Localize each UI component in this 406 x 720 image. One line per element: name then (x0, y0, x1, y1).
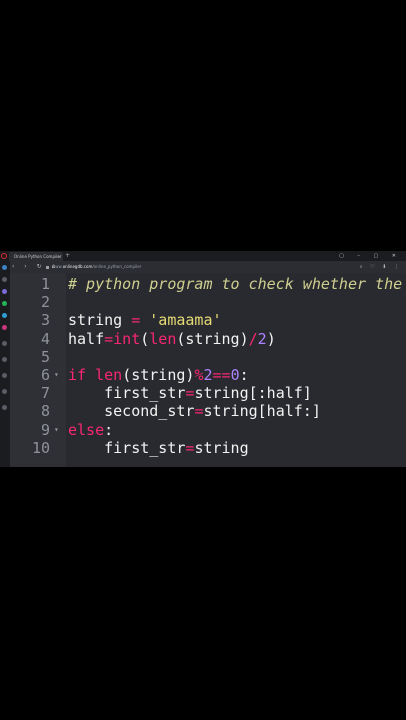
line-number: 10 (31, 438, 50, 457)
sidebar-instagram-icon[interactable] (2, 325, 7, 330)
browser-tab-bar: Online Python Compiler × + ▢ – ▢ ✕ (0, 251, 406, 261)
toolbar-icons[interactable]: ⌕ ♡ ⬇ ⋮ (360, 262, 402, 272)
line-number: 6 (40, 366, 50, 384)
code-token: (string) (176, 329, 249, 348)
sidebar-more-icon[interactable] (2, 405, 7, 410)
code-token: second_str (68, 402, 195, 421)
browser-sidebar (0, 261, 10, 467)
code-token: len (149, 329, 177, 348)
code-text: # python program to check whether the s (68, 275, 406, 293)
code-token: string (68, 311, 132, 330)
code-token: # python program to check whether the s (68, 275, 406, 293)
code-token: int (113, 329, 141, 348)
lock-icon (46, 265, 49, 269)
url-prefix: www. (52, 264, 63, 269)
code-line[interactable]: 9 ▾ else: (10, 421, 406, 439)
code-token: = (131, 311, 141, 330)
code-token: 2 (257, 329, 267, 348)
new-tab-button[interactable]: + (65, 252, 70, 260)
video-frame: Online Python Compiler × + ▢ – ▢ ✕ ‹ › ↻… (0, 0, 406, 720)
sidebar-whatsapp-icon[interactable] (2, 301, 7, 306)
code-text: half=int(len(string)/2) (68, 330, 276, 348)
sidebar-speed-dial-icon[interactable] (2, 265, 7, 270)
code-token: 0 (230, 366, 240, 384)
line-number: 4 (40, 329, 50, 348)
code-token: / (248, 329, 258, 348)
line-number: 9 (40, 420, 50, 439)
sidebar-history-icon[interactable] (2, 357, 7, 362)
code-token: string[half:] (203, 402, 321, 421)
code-text: first_str=string (68, 439, 249, 457)
code-text: else: (68, 421, 113, 439)
tab-close-icon[interactable]: × (58, 252, 61, 261)
opera-logo-icon[interactable] (1, 253, 7, 259)
code-editor[interactable]: 1 # python program to check whether the s… (10, 273, 406, 467)
url-field[interactable]: www.onlinegdb.com/online_python_compiler (46, 263, 346, 271)
code-token: 'amaama' (149, 311, 222, 330)
code-token: : (104, 420, 114, 439)
address-bar: ‹ › ↻ ⌂ www.onlinegdb.com/online_python_… (10, 261, 406, 273)
screen-recording: Online Python Compiler × + ▢ – ▢ ✕ ‹ › ↻… (0, 251, 406, 467)
code-line[interactable]: 10 first_str=string (10, 439, 406, 457)
sidebar-workspace-icon[interactable] (2, 277, 7, 282)
code-token: len (95, 366, 123, 384)
code-token: first_str (68, 384, 186, 403)
window-controls[interactable]: ▢ – ▢ ✕ (339, 252, 402, 260)
code-text: second_str=string[half:] (68, 402, 321, 420)
code-text: if len(string)%2==0: (68, 366, 249, 384)
line-number: 5 (40, 347, 50, 366)
code-token: 2 (203, 366, 213, 384)
code-token: if (68, 366, 87, 384)
fold-arrow-icon[interactable]: ▾ (54, 366, 59, 384)
code-token: string (194, 438, 249, 457)
fold-arrow-icon[interactable]: ▾ (54, 421, 59, 439)
code-text: string = 'amaama' (68, 311, 222, 329)
line-number: 3 (40, 311, 50, 330)
code-token: = (104, 329, 114, 348)
code-text: first_str=string[:half] (68, 384, 312, 402)
code-line[interactable]: 7 first_str=string[:half] (10, 384, 406, 402)
tab-title: Online Python Compiler (14, 254, 62, 259)
code-token: else (68, 420, 105, 439)
sidebar-bookmarks-icon[interactable] (2, 373, 7, 378)
line-number: 1 (40, 275, 50, 293)
code-token: string[:half] (194, 384, 312, 403)
line-number: 7 (40, 384, 50, 403)
url-domain: onlinegdb.com (62, 264, 93, 269)
code-token: (string) (122, 366, 195, 384)
sidebar-telegram-icon[interactable] (2, 313, 7, 318)
code-token: first_str (68, 438, 186, 457)
line-number: 8 (40, 402, 50, 421)
sidebar-messenger-icon[interactable] (2, 289, 7, 294)
sidebar-settings-icon[interactable] (2, 389, 7, 394)
code-token: ) (266, 329, 276, 348)
url-path: /online_python_compiler (92, 264, 142, 269)
code-line[interactable]: 2 (10, 293, 406, 311)
code-line[interactable]: 3 string = 'amaama' (10, 311, 406, 329)
code-token: half (68, 329, 105, 348)
sidebar-player-icon[interactable] (2, 341, 7, 346)
line-number: 2 (40, 293, 50, 312)
code-token: : (239, 366, 249, 384)
code-line[interactable]: 4 half=int(len(string)/2) (10, 330, 406, 348)
browser-tab[interactable]: Online Python Compiler × (9, 252, 63, 261)
code-line[interactable]: 1 # python program to check whether the s (10, 275, 406, 293)
code-token: == (212, 366, 231, 384)
code-line[interactable]: 8 second_str=string[half:] (10, 402, 406, 420)
code-line[interactable]: 6 ▾ if len(string)%2==0: (10, 366, 406, 384)
code-line[interactable]: 5 (10, 348, 406, 366)
code-token: ( (140, 329, 150, 348)
